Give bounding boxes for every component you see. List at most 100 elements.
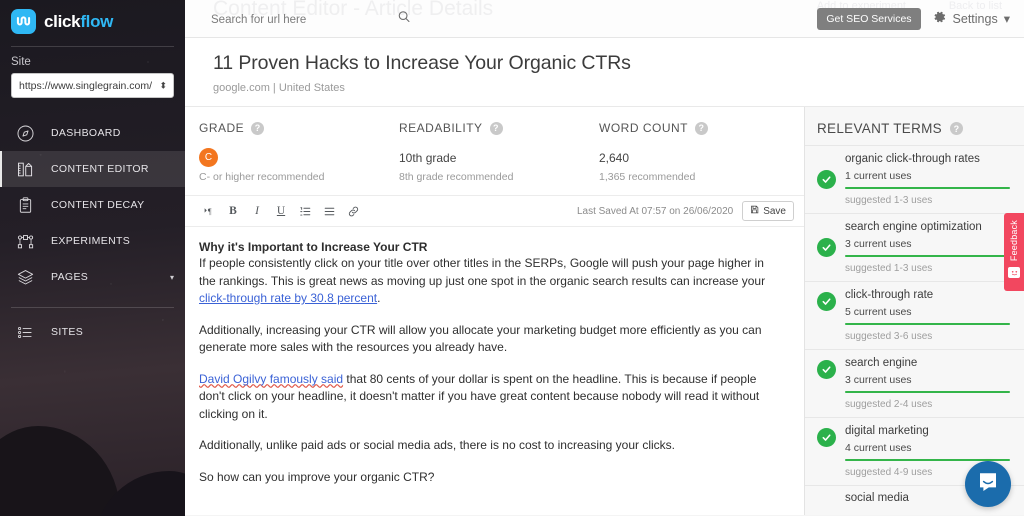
metric-note: 1,365 recommended xyxy=(599,171,696,183)
content-paragraph-3: David Ogilvy famously said that 80 cents… xyxy=(199,371,778,424)
content-heading: Why it's Important to Increase Your CTR xyxy=(199,240,428,254)
check-circle-icon xyxy=(817,428,836,447)
feedback-face-icon xyxy=(1008,267,1020,279)
last-saved-text: Last Saved At 07:57 on 26/06/2020 xyxy=(576,205,734,217)
metric-header: GRADE ? xyxy=(199,121,399,135)
bold-icon[interactable]: B xyxy=(223,201,243,221)
content-paragraph-2: Additionally, increasing your CTR will a… xyxy=(199,322,762,355)
term-progress-bar xyxy=(845,390,1010,393)
italic-icon[interactable]: I xyxy=(247,201,267,221)
sidebar: clickflow Site https://www.singlegrain.c… xyxy=(0,0,185,516)
relevant-terms-heading: RELEVANT TERMS ? xyxy=(805,107,1024,145)
term-suggested-uses: suggested 1-3 uses xyxy=(845,263,933,274)
relevant-term-row[interactable]: search engine 3 current uses suggested 2… xyxy=(805,349,1024,417)
sidebar-item-dashboard[interactable]: DASHBOARD xyxy=(0,115,185,151)
term-progress-bar xyxy=(845,254,1010,257)
paragraph-1-text: If people consistently click on your tit… xyxy=(199,256,766,288)
metric-note: 8th grade recommended xyxy=(399,171,514,183)
save-button[interactable]: Save xyxy=(742,201,794,221)
get-seo-services-button[interactable]: Get SEO Services xyxy=(817,7,921,30)
metric-value: 2,640 xyxy=(599,150,630,165)
settings-label: Settings xyxy=(952,11,998,26)
topbar-actions: Get SEO Services Settings ▾ xyxy=(817,7,1024,30)
feedback-label: Feedback xyxy=(1009,220,1019,262)
svg-text:¶: ¶ xyxy=(207,207,211,216)
metric-readability: READABILITY ? 10th grade 8th grade recom… xyxy=(399,121,599,183)
sidebar-decoration-hill-left xyxy=(0,426,120,516)
relevant-term-row[interactable]: organic click-through rates 1 current us… xyxy=(805,145,1024,213)
sidebar-item-pages[interactable]: PAGES ▾ xyxy=(0,259,185,295)
page-title: 11 Proven Hacks to Increase Your Organic… xyxy=(213,52,631,74)
editor-content[interactable]: Why it's Important to Increase Your CTR … xyxy=(185,227,804,515)
clipboard-icon xyxy=(13,193,37,217)
brand-name-part1: click xyxy=(44,11,81,31)
chevron-down-icon: ▾ xyxy=(1003,12,1010,26)
editor-toolbar: ¶ B I U Last Saved At 07:57 on 26/06/202… xyxy=(185,196,804,227)
sidebar-item-content-decay[interactable]: CONTENT DECAY xyxy=(0,187,185,223)
metric-value: 10th grade xyxy=(399,150,457,165)
sidebar-nav-bottom: SITES xyxy=(0,314,185,350)
term-suggested-uses: suggested 1-3 uses xyxy=(845,195,933,206)
topbar: Content Editor - Article Details Add to … xyxy=(185,0,1024,38)
relevant-term-row[interactable]: search engine optimization 3 current use… xyxy=(805,213,1024,281)
term-details: organic click-through rates 1 current us… xyxy=(845,152,1010,206)
check-circle-icon xyxy=(817,238,836,257)
term-details: click-through rate 5 current uses sugges… xyxy=(845,288,1010,342)
paragraph-direction-icon[interactable]: ¶ xyxy=(199,201,219,221)
relevant-terms-title: RELEVANT TERMS xyxy=(817,121,942,136)
sidebar-item-label: DASHBOARD xyxy=(51,127,121,139)
help-icon[interactable]: ? xyxy=(251,121,265,135)
metric-label: GRADE xyxy=(199,121,245,135)
app-root: clickflow Site https://www.singlegrain.c… xyxy=(0,0,1024,516)
ctr-study-link[interactable]: click-through rate by 30.8 percent xyxy=(199,291,377,305)
paragraph-1-tail: . xyxy=(377,291,381,305)
site-label: Site xyxy=(11,56,31,68)
settings-button[interactable]: Settings ▾ xyxy=(933,10,1010,27)
ruler-pencil-icon xyxy=(13,157,37,181)
sidebar-item-label: EXPERIMENTS xyxy=(51,235,131,247)
site-select-wrapper: https://www.singlegrain.com/ ⬍ xyxy=(0,73,185,98)
site-select[interactable]: https://www.singlegrain.com/ xyxy=(11,73,174,98)
term-progress-bar xyxy=(845,322,1010,325)
sidebar-item-label: PAGES xyxy=(51,271,89,283)
content-paragraph-1: If people consistently click on your tit… xyxy=(199,255,778,308)
help-icon[interactable]: ? xyxy=(489,121,503,135)
term-current-uses: 3 current uses xyxy=(845,373,912,386)
metric-value: C xyxy=(199,148,399,167)
metric-header: READABILITY ? xyxy=(399,121,599,135)
unordered-list-icon[interactable] xyxy=(319,201,339,221)
link-icon[interactable] xyxy=(343,201,363,221)
underline-icon[interactable]: U xyxy=(271,201,291,221)
sidebar-item-label: CONTENT EDITOR xyxy=(51,163,149,175)
metric-note: C- or higher recommended xyxy=(199,171,325,183)
sidebar-item-sites[interactable]: SITES xyxy=(0,314,185,350)
feedback-tab[interactable]: Feedback xyxy=(1004,213,1024,291)
search-container xyxy=(211,10,411,28)
help-icon[interactable]: ? xyxy=(695,121,708,135)
term-progress-bar xyxy=(845,186,1010,189)
save-disk-icon xyxy=(750,205,759,217)
metric-label: WORD COUNT xyxy=(599,121,688,135)
intercom-chat-button[interactable] xyxy=(965,461,1011,507)
term-suggested-uses: suggested 3-6 uses xyxy=(845,331,933,342)
chevron-down-icon[interactable]: ▾ xyxy=(170,273,174,282)
sidebar-divider xyxy=(11,307,174,308)
search-icon[interactable] xyxy=(397,9,411,28)
metric-word-count: WORD COUNT ? 2,640 1,365 recommended xyxy=(599,121,799,183)
metric-grade: GRADE ? C C- or higher recommended xyxy=(199,121,399,183)
brand-logo[interactable]: clickflow xyxy=(0,0,185,43)
metrics-row: GRADE ? C C- or higher recommended READA… xyxy=(185,107,804,196)
term-details: search engine 3 current uses suggested 2… xyxy=(845,356,1010,410)
sidebar-item-experiments[interactable]: EXPERIMENTS xyxy=(0,223,185,259)
term-current-uses: 3 current uses xyxy=(845,237,912,250)
term-name: digital marketing xyxy=(845,425,929,437)
relevant-terms-panel: RELEVANT TERMS ? organic click-through r… xyxy=(805,107,1024,515)
david-ogilvy-link[interactable]: David Ogilvy famously said xyxy=(199,372,343,386)
list-icon xyxy=(13,320,37,344)
relevant-term-row[interactable]: click-through rate 5 current uses sugges… xyxy=(805,281,1024,349)
term-suggested-uses: suggested 2-4 uses xyxy=(845,399,933,410)
sidebar-item-content-editor[interactable]: CONTENT EDITOR xyxy=(0,151,185,187)
search-input[interactable] xyxy=(211,13,411,26)
ordered-list-icon[interactable] xyxy=(295,201,315,221)
help-icon[interactable]: ? xyxy=(949,122,963,135)
